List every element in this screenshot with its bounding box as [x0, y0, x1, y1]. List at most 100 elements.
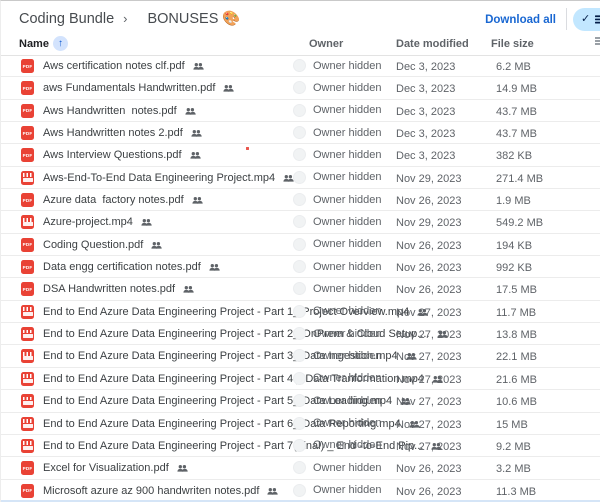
column-header-owner[interactable]: Owner: [309, 38, 343, 50]
file-size-value: 43.7 MB: [496, 106, 537, 118]
file-row[interactable]: Azure-project.mp4 Owner hidden Nov 29, 2…: [1, 211, 600, 233]
owner-avatar: [293, 238, 306, 251]
file-size-value: 11.7 MB: [496, 307, 536, 319]
owner-label: Owner hidden: [313, 417, 382, 429]
file-size-value: 271.4 MB: [496, 173, 543, 185]
shared-people-icon: [177, 464, 188, 473]
owner-avatar: [293, 148, 306, 161]
list-view-toggle-button[interactable]: ✓: [573, 8, 600, 31]
shared-people-icon: [141, 218, 152, 227]
column-header-file-size[interactable]: File size: [491, 38, 534, 50]
owner-label: Owner hidden: [313, 261, 382, 273]
file-size-value: 43.7 MB: [496, 128, 537, 140]
date-modified-value: Nov 26, 2023: [396, 486, 461, 498]
shared-people-icon: [185, 107, 196, 116]
video-file-icon: [21, 171, 34, 185]
file-size-value: 194 KB: [496, 240, 532, 252]
pdf-file-icon: PDF: [21, 461, 34, 475]
file-row[interactable]: End to End Azure Data Engineering Projec…: [1, 390, 600, 412]
owner-label: Owner hidden: [313, 127, 382, 139]
pdf-file-icon: PDF: [21, 238, 34, 252]
date-modified-value: Nov 27, 2023: [396, 329, 461, 341]
owner-avatar: [293, 260, 306, 273]
date-modified-value: Nov 27, 2023: [396, 419, 461, 431]
download-all-button[interactable]: Download all: [485, 14, 556, 26]
date-modified-value: Nov 26, 2023: [396, 284, 461, 296]
pdf-file-icon: PDF: [21, 148, 34, 162]
date-modified-value: Nov 26, 2023: [396, 240, 461, 252]
column-header-name[interactable]: Name: [19, 38, 49, 50]
owner-avatar: [293, 193, 306, 206]
file-row[interactable]: PDF Microsoft azure az 900 handwriten no…: [1, 480, 600, 502]
file-row[interactable]: PDF Aws Handwritten notes 2.pdf Owner hi…: [1, 122, 600, 144]
file-name: Aws Handwritten notes.pdf: [43, 105, 177, 117]
file-row[interactable]: Aws-End-To-End Data Engineering Project.…: [1, 167, 600, 189]
file-row[interactable]: PDF aws Fundamentals Handwritten.pdf Own…: [1, 77, 600, 99]
pdf-file-icon: PDF: [21, 193, 34, 207]
shared-people-icon: [192, 196, 203, 205]
owner-label: Owner hidden: [313, 238, 382, 250]
file-row[interactable]: End to End Azure Data Engineering Projec…: [1, 413, 600, 435]
video-file-icon: [21, 439, 34, 453]
date-modified-value: Nov 27, 2023: [396, 396, 461, 408]
owner-avatar: [293, 349, 306, 362]
breadcrumb-parent-folder[interactable]: Coding Bundle: [19, 11, 114, 27]
owner-avatar: [293, 104, 306, 117]
file-row[interactable]: End to End Azure Data Engineering Projec…: [1, 323, 600, 345]
file-size-value: 21.6 MB: [496, 374, 537, 386]
date-modified-value: Nov 27, 2023: [396, 374, 461, 386]
file-row[interactable]: End to End Azure Data Engineering Projec…: [1, 301, 600, 323]
file-row[interactable]: PDF DSA Handwritten notes.pdf Owner hidd…: [1, 278, 600, 300]
shared-people-icon: [183, 285, 194, 294]
owner-avatar: [293, 282, 306, 295]
file-size-value: 22.1 MB: [496, 351, 537, 363]
file-row[interactable]: PDF Aws Handwritten notes.pdf Owner hidd…: [1, 100, 600, 122]
check-icon: ✓: [581, 14, 590, 25]
file-row[interactable]: PDF Azure data factory notes.pdf Owner h…: [1, 189, 600, 211]
file-size-value: 3.2 MB: [496, 463, 531, 475]
video-file-icon: [21, 215, 34, 229]
header-divider: [566, 8, 567, 30]
owner-label: Owner hidden: [313, 216, 382, 228]
owner-label: Owner hidden: [313, 305, 382, 317]
file-size-value: 992 KB: [496, 262, 532, 274]
column-header-date-modified[interactable]: Date modified: [396, 38, 469, 50]
owner-label: Owner hidden: [313, 283, 382, 295]
file-row[interactable]: End to End Azure Data Engineering Projec…: [1, 435, 600, 457]
file-size-value: 13.8 MB: [496, 329, 537, 341]
table-header-row: Name ↑ Owner Date modified File size: [1, 34, 600, 56]
file-size-value: 17.5 MB: [496, 284, 537, 296]
owner-label: Owner hidden: [313, 194, 382, 206]
date-modified-value: Nov 29, 2023: [396, 173, 461, 185]
owner-label: Owner hidden: [313, 60, 382, 72]
owner-avatar: [293, 439, 306, 452]
sort-ascending-icon[interactable]: ↑: [53, 36, 68, 51]
list-view-icon: [595, 15, 600, 24]
file-name: Aws Interview Questions.pdf: [43, 149, 182, 161]
date-modified-value: Nov 26, 2023: [396, 463, 461, 475]
shared-people-icon: [209, 263, 220, 272]
pdf-file-icon: PDF: [21, 104, 34, 118]
file-row[interactable]: PDF Data engg certification notes.pdf Ow…: [1, 256, 600, 278]
file-row[interactable]: PDF Aws Interview Questions.pdf Owner hi…: [1, 144, 600, 166]
clipped-header-icon: [595, 37, 600, 46]
file-row[interactable]: End to End Azure Data Engineering Projec…: [1, 368, 600, 390]
video-file-icon: [21, 327, 34, 341]
date-modified-value: Dec 3, 2023: [396, 128, 455, 140]
shared-people-icon: [267, 487, 278, 496]
file-size-value: 10.6 MB: [496, 396, 537, 408]
header-bar: Coding Bundle › BONUSES 🎨 Download all ✓: [1, 1, 600, 34]
owner-avatar: [293, 394, 306, 407]
file-row[interactable]: PDF Aws certification notes clf.pdf Owne…: [1, 55, 600, 77]
owner-label: Owner hidden: [313, 149, 382, 161]
date-modified-value: Nov 27, 2023: [396, 307, 461, 319]
file-rows: PDF Aws certification notes clf.pdf Owne…: [1, 55, 600, 502]
file-row[interactable]: PDF Excel for Visualization.pdf Owner hi…: [1, 457, 600, 479]
file-row[interactable]: End to End Azure Data Engineering Projec…: [1, 345, 600, 367]
file-row[interactable]: PDF Coding Question.pdf Owner hidden Nov…: [1, 234, 600, 256]
file-name: Excel for Visualization.pdf: [43, 462, 169, 474]
date-modified-value: Nov 26, 2023: [396, 195, 461, 207]
file-name: Coding Question.pdf: [43, 239, 143, 251]
drive-file-list-view: Coding Bundle › BONUSES 🎨 Download all ✓…: [0, 0, 600, 502]
breadcrumb-current-folder: BONUSES 🎨: [147, 10, 240, 27]
